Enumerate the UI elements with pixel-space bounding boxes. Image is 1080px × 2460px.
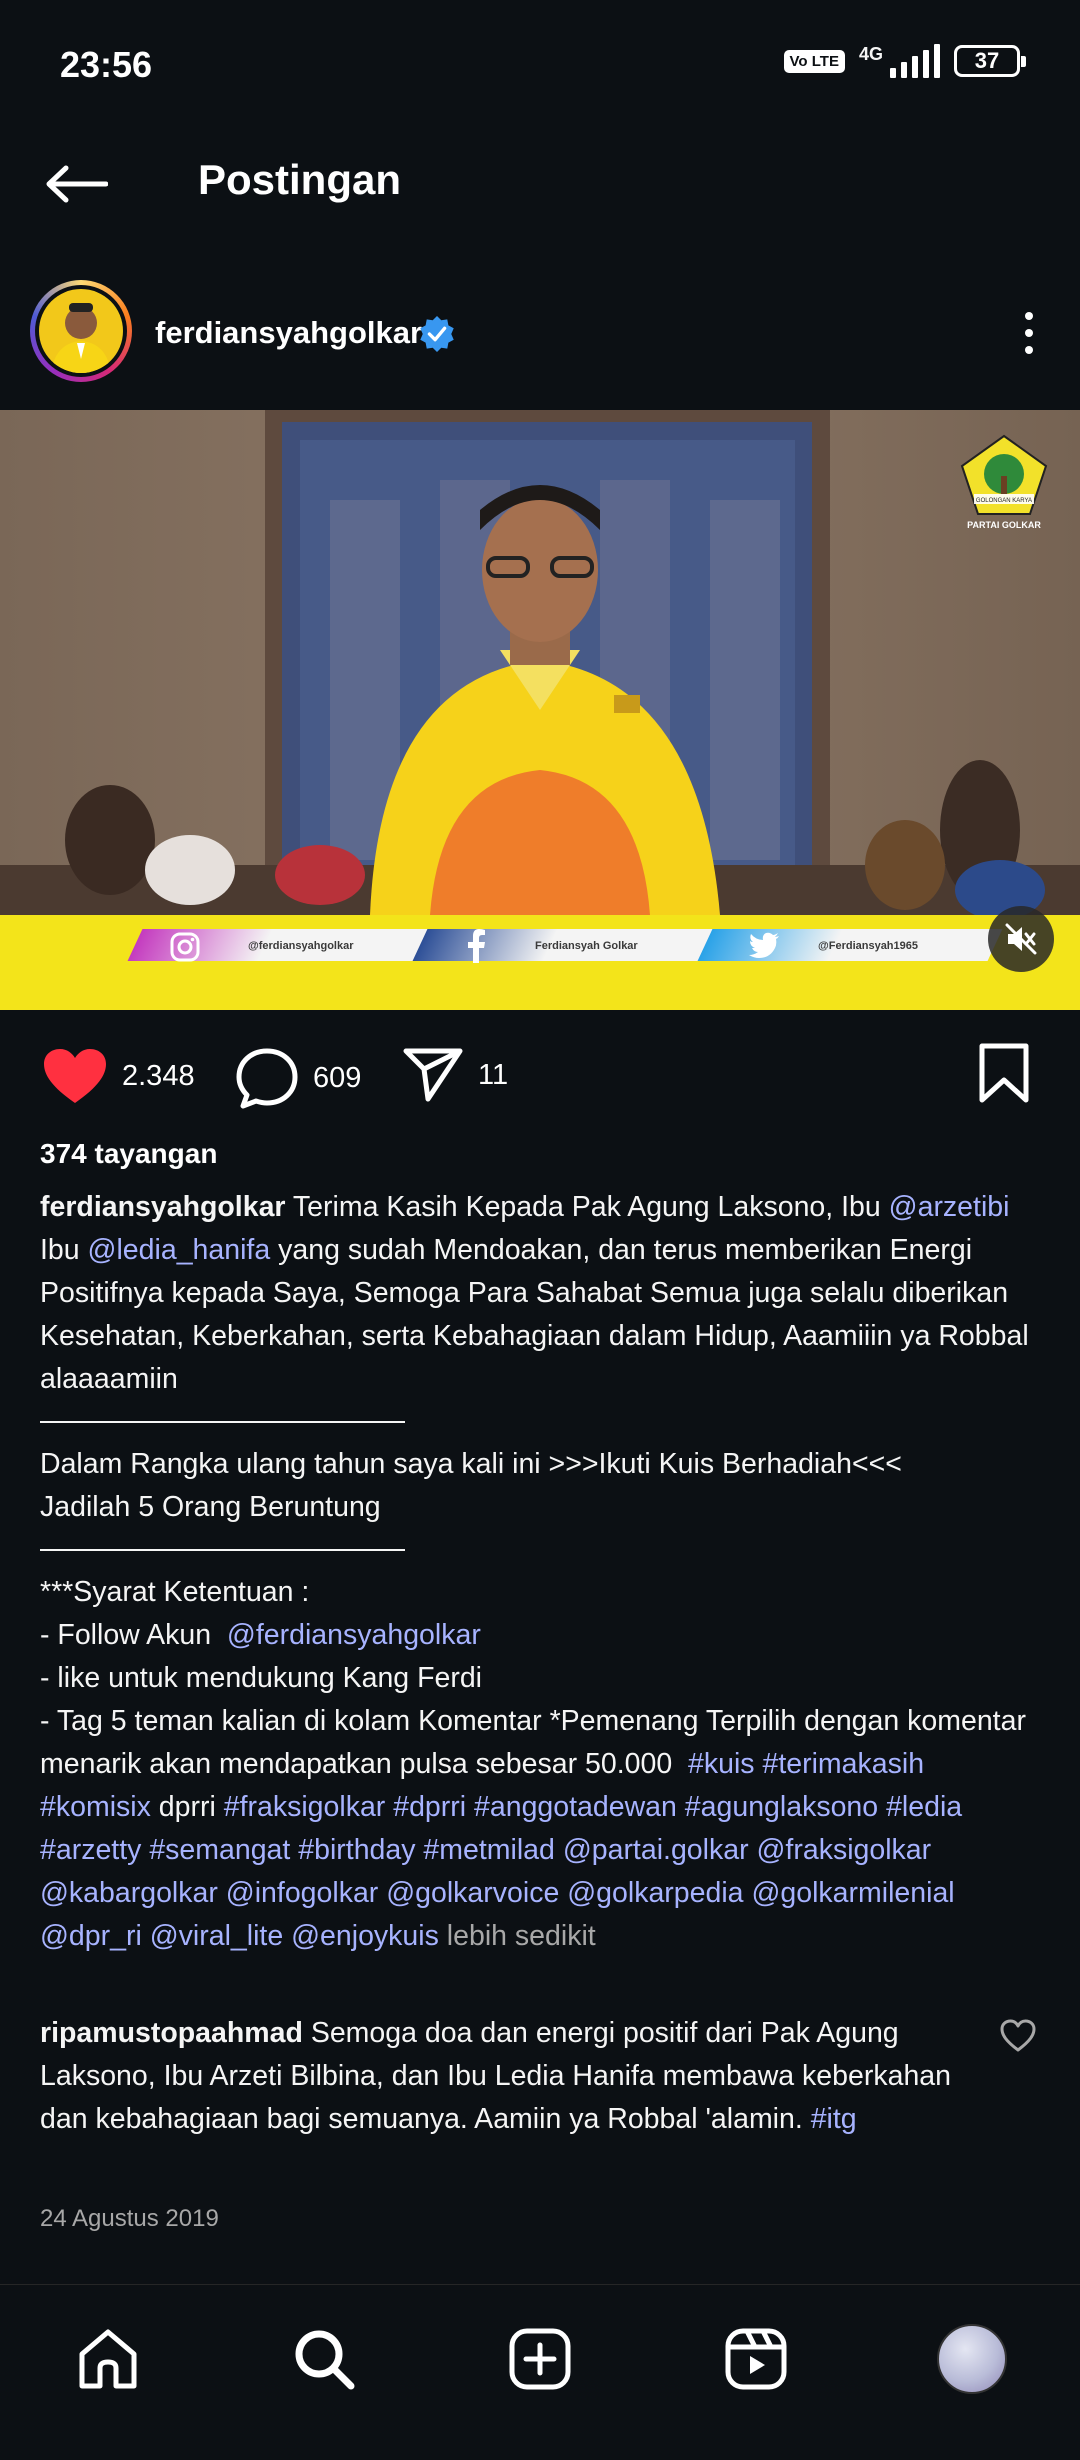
divider-line <box>40 1401 405 1423</box>
comment-author[interactable]: ripamustopaahmad <box>40 2017 303 2049</box>
status-bar: 23:56 Vo LTE 4G 37 <box>0 0 1080 130</box>
add-post-icon <box>509 2328 571 2390</box>
volte-icon: Vo LTE <box>783 49 845 73</box>
share-count[interactable]: 11 <box>478 1059 508 1092</box>
caption-text: - like untuk mendukung Kang Ferdi <box>40 1662 483 1694</box>
hashtag-link[interactable]: #agunglaksono <box>685 1791 878 1823</box>
battery-level: 37 <box>974 48 1000 73</box>
hashtag-link[interactable]: #komisix <box>40 1791 151 1823</box>
hashtag-link[interactable]: #arzetty <box>40 1834 141 1866</box>
hashtag-link[interactable]: #terimakasih <box>762 1748 924 1780</box>
hashtag-link[interactable]: #itg <box>811 2103 857 2135</box>
golkar-logo: GOLONGAN KARYA PARTAI GOLKAR <box>960 434 1048 530</box>
twitter-icon <box>749 932 779 958</box>
mention-link[interactable]: @arzetibi <box>889 1191 1010 1223</box>
verified-badge-icon <box>420 315 454 353</box>
arrow-left-icon <box>46 165 108 203</box>
network-type: 4G <box>858 44 883 64</box>
mention-link[interactable]: @kabargolkar <box>40 1877 218 1909</box>
post-date: 24 Agustus 2019 <box>40 2205 219 2232</box>
hashtag-link[interactable]: #fraksigolkar <box>224 1791 386 1823</box>
caption-text: Jadilah 5 Orang Beruntung <box>40 1491 381 1523</box>
speaker-muted-icon <box>1005 923 1037 955</box>
hashtag-link[interactable]: #dprri <box>393 1791 466 1823</box>
paper-plane-icon[interactable] <box>402 1047 464 1103</box>
mention-link[interactable]: @golkarvoice <box>386 1877 559 1909</box>
mute-button[interactable] <box>988 906 1054 972</box>
nav-home[interactable] <box>68 2319 148 2399</box>
mention-link[interactable]: @golkarpedia <box>567 1877 743 1909</box>
hashtag-link[interactable]: #ledia <box>886 1791 962 1823</box>
hashtag-link[interactable]: #anggotadewan <box>474 1791 677 1823</box>
reels-icon <box>725 2328 787 2390</box>
status-icons: Vo LTE 4G 37 <box>783 44 1026 78</box>
hashtag-link[interactable]: #kuis <box>688 1748 755 1780</box>
more-options-button[interactable] <box>1002 298 1056 368</box>
comment-action: 609 <box>235 1047 361 1109</box>
logo-text-bottom: PARTAI GOLKAR <box>967 520 1041 530</box>
battery-icon: 37 <box>954 45 1026 77</box>
caption-text: Ibu <box>40 1234 80 1266</box>
banner-instagram-handle: @ferdiansyahgolkar <box>248 940 354 952</box>
mention-link[interactable]: @dpr_ri <box>40 1920 142 1952</box>
mention-link[interactable]: @ferdiansyahgolkar <box>227 1619 481 1651</box>
bookmark-icon <box>979 1043 1029 1103</box>
status-time: 23:56 <box>60 44 153 85</box>
post-video[interactable]: GOLONGAN KARYA PARTAI GOLKAR @ferdiansya… <box>0 410 1080 1010</box>
post-header: ferdiansyahgolkar <box>0 270 1080 390</box>
mention-link[interactable]: @partai.golkar <box>563 1834 749 1866</box>
profile-avatar <box>937 2324 1007 2394</box>
hashtag-link[interactable]: #metmilad <box>423 1834 554 1866</box>
share-action: 11 <box>402 1047 508 1103</box>
bottom-navigation <box>0 2284 1080 2460</box>
caption-text: - Follow Akun <box>40 1619 212 1651</box>
banner-facebook-name: Ferdiansyah Golkar <box>535 940 638 952</box>
home-icon <box>79 2329 137 2389</box>
search-icon <box>295 2330 355 2390</box>
back-button[interactable] <box>40 148 112 220</box>
divider-line <box>40 1529 405 1551</box>
caption-text: Dalam Rangka ulang tahun saya kali ini >… <box>40 1448 902 1480</box>
mention-link[interactable]: @golkarmilenial <box>751 1877 954 1909</box>
view-count: 374 tayangan <box>40 1138 218 1169</box>
signal-icon: 4G <box>859 44 940 78</box>
mention-link[interactable]: @enjoykuis <box>291 1920 439 1952</box>
author-username[interactable]: ferdiansyahgolkar <box>155 315 422 351</box>
post-actions: 2.348 609 11 <box>0 1035 1080 1115</box>
post-caption: ferdiansyahgolkar Terima Kasih Kepada Pa… <box>40 1186 1040 1958</box>
comment-bubble-icon[interactable] <box>235 1047 299 1109</box>
mention-link[interactable]: @viral_lite <box>150 1920 283 1952</box>
logo-text-top: GOLONGAN KARYA <box>976 498 1032 504</box>
mention-link[interactable]: @fraksigolkar <box>757 1834 932 1866</box>
heart-outline-icon[interactable] <box>1000 2018 1036 2054</box>
heart-filled-icon[interactable] <box>42 1047 108 1105</box>
caption-text: ***Syarat Ketentuan : <box>40 1576 310 1608</box>
caption-author[interactable]: ferdiansyahgolkar <box>40 1191 286 1223</box>
mention-link[interactable]: @infogolkar <box>226 1877 379 1909</box>
nav-search[interactable] <box>284 2319 364 2399</box>
instagram-icon <box>170 932 200 962</box>
nav-reels[interactable] <box>716 2319 796 2399</box>
like-action: 2.348 <box>42 1047 195 1105</box>
nav-create[interactable] <box>500 2319 580 2399</box>
show-less-link[interactable]: lebih sedikit <box>447 1920 596 1952</box>
hashtag-link[interactable]: #semangat <box>149 1834 290 1866</box>
author-avatar[interactable] <box>30 280 132 382</box>
like-count[interactable]: 2.348 <box>122 1060 195 1093</box>
top-comment: ripamustopaahmad Semoga doa dan energi p… <box>40 2012 1000 2141</box>
caption-text: Terima Kasih Kepada Pak Agung Laksono, I… <box>292 1191 881 1223</box>
caption-text: dprri <box>158 1791 216 1823</box>
page-title: Postingan <box>198 156 402 203</box>
banner-twitter-handle: @Ferdiansyah1965 <box>818 940 918 952</box>
nav-profile[interactable] <box>932 2319 1012 2399</box>
hashtag-link[interactable]: #birthday <box>298 1834 415 1866</box>
save-button[interactable] <box>978 1043 1030 1108</box>
facebook-icon <box>468 929 485 963</box>
mention-link[interactable]: @ledia_hanifa <box>88 1234 271 1266</box>
social-banner: @ferdiansyahgolkar Ferdiansyah Golkar @F… <box>0 915 1080 1010</box>
top-app-bar: Postingan <box>0 130 1080 240</box>
comment-count[interactable]: 609 <box>313 1062 361 1095</box>
